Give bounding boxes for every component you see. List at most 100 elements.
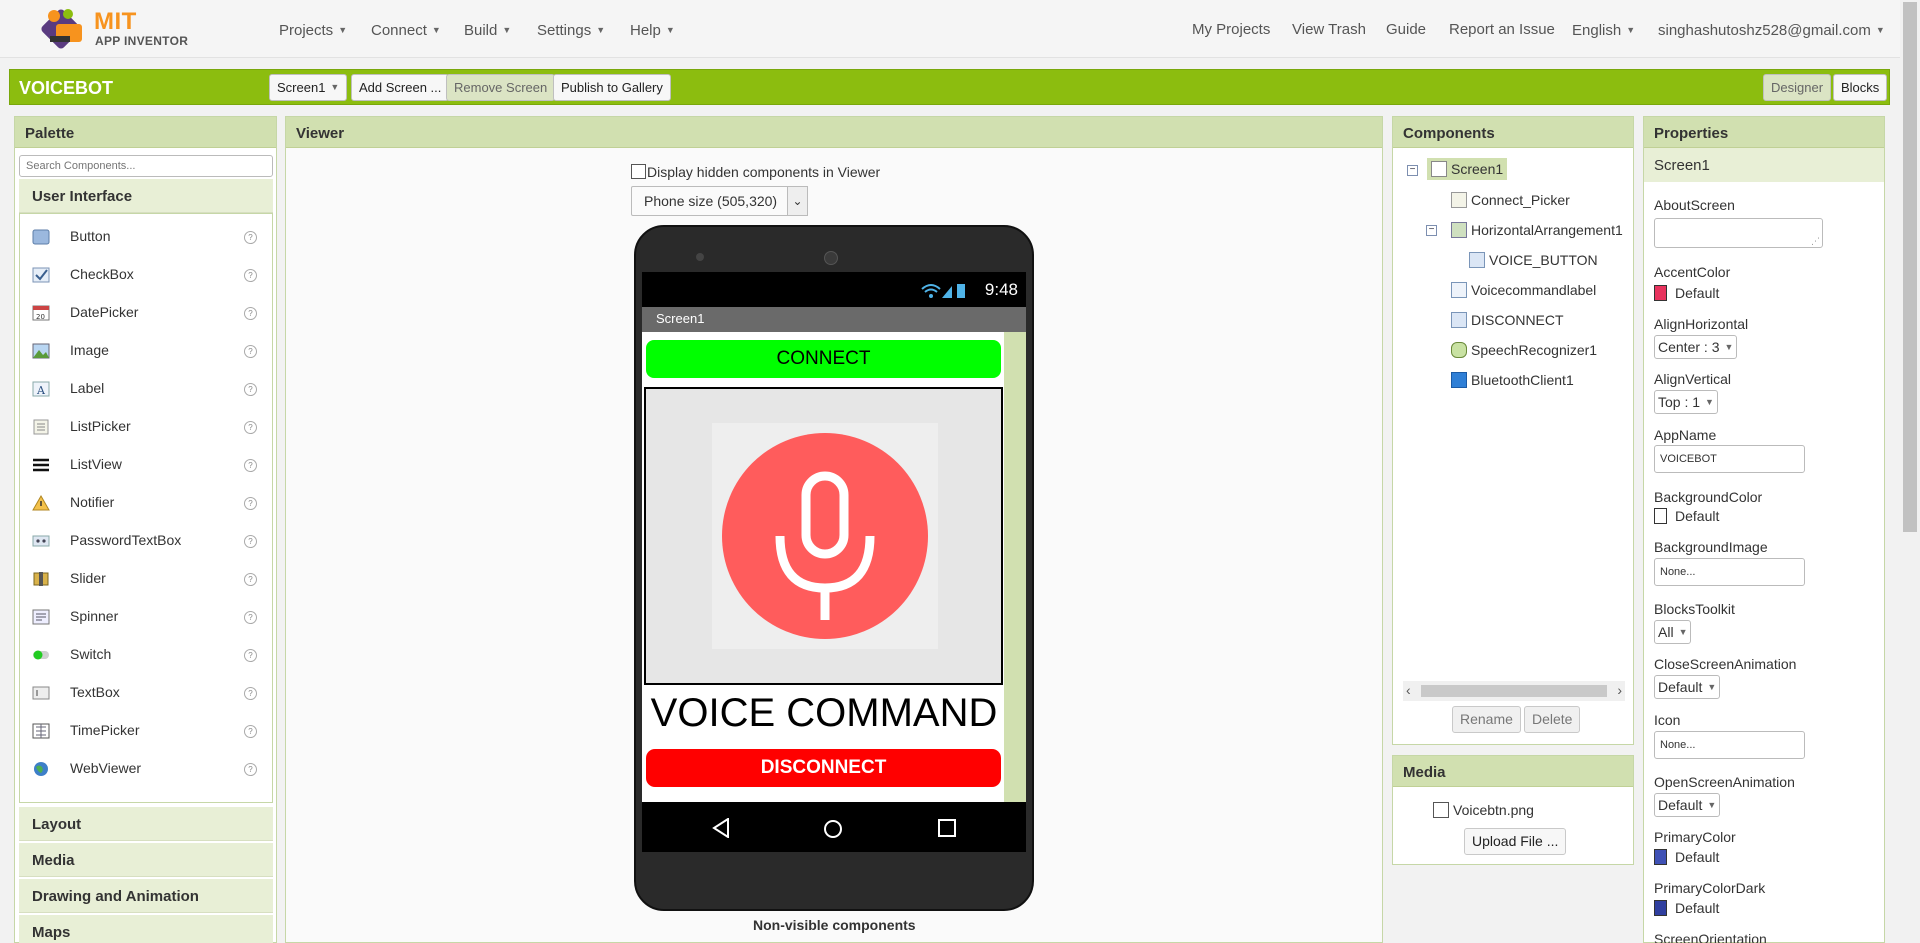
prop-alignvertical-select[interactable]: Top : 1 ▼ (1654, 390, 1718, 414)
help-icon[interactable]: ? (244, 573, 257, 586)
help-icon[interactable]: ? (244, 459, 257, 472)
help-icon[interactable]: ? (244, 231, 257, 244)
palette-item-timepicker[interactable]: TimePicker ? (20, 712, 272, 750)
help-icon[interactable]: ? (244, 725, 257, 738)
screen-select-dropdown[interactable]: Screen1 ▼ (269, 74, 348, 101)
palette-item-button[interactable]: Button ? (20, 218, 272, 256)
slider-icon (33, 572, 49, 586)
menu-build[interactable]: Build ▼ (464, 22, 511, 39)
blocks-button[interactable]: Blocks (1833, 74, 1888, 101)
palette-item-notifier[interactable]: Notifier ? (20, 484, 272, 522)
prop-primarycolordark-picker[interactable]: Default (1654, 900, 1719, 916)
page-scrollbar-thumb[interactable] (1903, 2, 1917, 532)
menu-connect[interactable]: Connect ▼ (371, 22, 441, 39)
rename-button[interactable]: Rename (1452, 706, 1521, 733)
palette-item-listview[interactable]: ListView ? (20, 446, 272, 484)
publish-gallery-button[interactable]: Publish to Gallery (553, 74, 671, 101)
horizontal-scrollbar[interactable]: ‹ › (1403, 681, 1625, 701)
category-media[interactable]: Media (19, 843, 273, 877)
tree-item-horizontal-arrangement[interactable]: HorizontalArrangement1 (1451, 222, 1623, 238)
link-view-trash[interactable]: View Trash (1292, 21, 1366, 38)
collapse-screen1-icon[interactable]: − (1407, 165, 1418, 176)
category-user-interface[interactable]: User Interface (19, 179, 273, 213)
hidden-components-checkbox[interactable] (631, 164, 646, 179)
voice-button-image[interactable] (712, 423, 938, 649)
language-label: English (1572, 22, 1622, 39)
palette-item-slider[interactable]: Slider ? (20, 560, 272, 598)
prop-primarycolor-picker[interactable]: Default (1654, 849, 1719, 865)
prop-backgroundimage-input[interactable]: None... (1654, 558, 1805, 586)
language-menu[interactable]: English ▼ (1572, 22, 1635, 39)
category-maps[interactable]: Maps (19, 915, 273, 943)
palette-item-datepicker[interactable]: 20 DatePicker ? (20, 294, 272, 332)
help-icon[interactable]: ? (244, 421, 257, 434)
scroll-right-icon[interactable]: › (1617, 682, 1622, 698)
link-my-projects[interactable]: My Projects (1192, 21, 1270, 38)
menu-help[interactable]: Help ▼ (630, 22, 675, 39)
tree-item-speechrecognizer[interactable]: SpeechRecognizer1 (1451, 342, 1597, 358)
help-icon[interactable]: ? (244, 535, 257, 548)
phone-size-select[interactable]: Phone size (505,320) ⌄ (631, 186, 808, 216)
palette-search-input[interactable] (19, 155, 273, 177)
prop-alignhorizontal-select[interactable]: Center : 3 ▼ (1654, 335, 1738, 359)
palette-item-passwordtextbox[interactable]: PasswordTextBox ? (20, 522, 272, 560)
help-icon[interactable]: ? (244, 269, 257, 282)
help-icon[interactable]: ? (244, 497, 257, 510)
designer-button[interactable]: Designer (1763, 74, 1832, 101)
palette-item-image[interactable]: Image ? (20, 332, 272, 370)
prop-openscreenanimation-select[interactable]: Default ▼ (1654, 793, 1721, 817)
prop-blockstoolkit-select[interactable]: All ▼ (1654, 620, 1692, 644)
disconnect-button[interactable]: DISCONNECT (646, 749, 1001, 787)
prop-appname-input[interactable]: VOICEBOT (1654, 445, 1805, 473)
prop-closescreenanimation-select[interactable]: Default ▼ (1654, 675, 1721, 699)
add-screen-button[interactable]: Add Screen ... (351, 74, 450, 101)
tree-item-disconnect[interactable]: DISCONNECT (1451, 312, 1564, 328)
remove-screen-button[interactable]: Remove Screen (446, 74, 556, 101)
menu-settings[interactable]: Settings ▼ (537, 22, 605, 39)
menu-projects[interactable]: Projects ▼ (279, 22, 347, 39)
palette-item-label[interactable]: A Label ? (20, 370, 272, 408)
palette-item-textbox[interactable]: TextBox ? (20, 674, 272, 712)
app-inventor-logo[interactable]: MIT APP INVENTOR (40, 4, 190, 50)
delete-button[interactable]: Delete (1524, 706, 1581, 733)
microphone-icon (1451, 342, 1467, 358)
display-hidden-toggle[interactable]: Display hidden components in Viewer (631, 164, 880, 180)
prop-accentcolor-picker[interactable]: Default (1654, 285, 1719, 301)
prop-icon-input[interactable]: None... (1654, 731, 1805, 759)
tree-item-voice-button[interactable]: VOICE_BUTTON (1469, 252, 1598, 268)
palette-item-checkbox[interactable]: CheckBox ? (20, 256, 272, 294)
help-icon[interactable]: ? (244, 611, 257, 624)
link-report-issue[interactable]: Report an Issue (1449, 21, 1555, 38)
chevron-down-icon[interactable]: ⌄ (787, 186, 808, 216)
help-icon[interactable]: ? (244, 383, 257, 396)
tree-item-label: DISCONNECT (1471, 312, 1564, 328)
category-drawing-animation[interactable]: Drawing and Animation (19, 879, 273, 913)
upload-file-button[interactable]: Upload File ... (1464, 828, 1567, 855)
help-icon[interactable]: ? (244, 687, 257, 700)
palette-item-listpicker[interactable]: ListPicker ? (20, 408, 272, 446)
tree-item-bluetoothclient[interactable]: BluetoothClient1 (1451, 372, 1574, 388)
help-icon[interactable]: ? (244, 307, 257, 320)
connect-picker-button[interactable]: CONNECT (646, 340, 1001, 378)
resize-handle-icon[interactable]: ⋰ (1811, 236, 1820, 247)
scrollbar-thumb[interactable] (1421, 685, 1607, 697)
palette-item-webviewer[interactable]: WebViewer ? (20, 750, 272, 788)
media-file-voicebtn[interactable]: Voicebtn.png (1433, 802, 1534, 818)
help-icon[interactable]: ? (244, 649, 257, 662)
tree-item-connect-picker[interactable]: Connect_Picker (1451, 192, 1570, 208)
help-icon[interactable]: ? (244, 345, 257, 358)
tree-item-screen1[interactable]: Screen1 (1427, 158, 1508, 180)
prop-aboutscreen-textarea[interactable]: ⋰ (1654, 218, 1823, 248)
page-scrollbar[interactable] (1900, 0, 1920, 943)
palette-item-switch[interactable]: Switch ? (20, 636, 272, 674)
account-menu[interactable]: singhashutoshz528@gmail.com ▼ (1658, 22, 1885, 39)
link-guide[interactable]: Guide (1386, 21, 1426, 38)
project-toolbar: VOICEBOT Screen1 ▼ Add Screen ... Remove … (9, 69, 1890, 105)
prop-backgroundcolor-picker[interactable]: Default (1654, 508, 1719, 524)
category-layout[interactable]: Layout (19, 807, 273, 841)
collapse-arrangement-icon[interactable]: − (1426, 225, 1437, 236)
palette-item-spinner[interactable]: Spinner ? (20, 598, 272, 636)
tree-item-voicecommandlabel[interactable]: Voicecommandlabel (1451, 282, 1596, 298)
scroll-left-icon[interactable]: ‹ (1406, 682, 1411, 698)
help-icon[interactable]: ? (244, 763, 257, 776)
